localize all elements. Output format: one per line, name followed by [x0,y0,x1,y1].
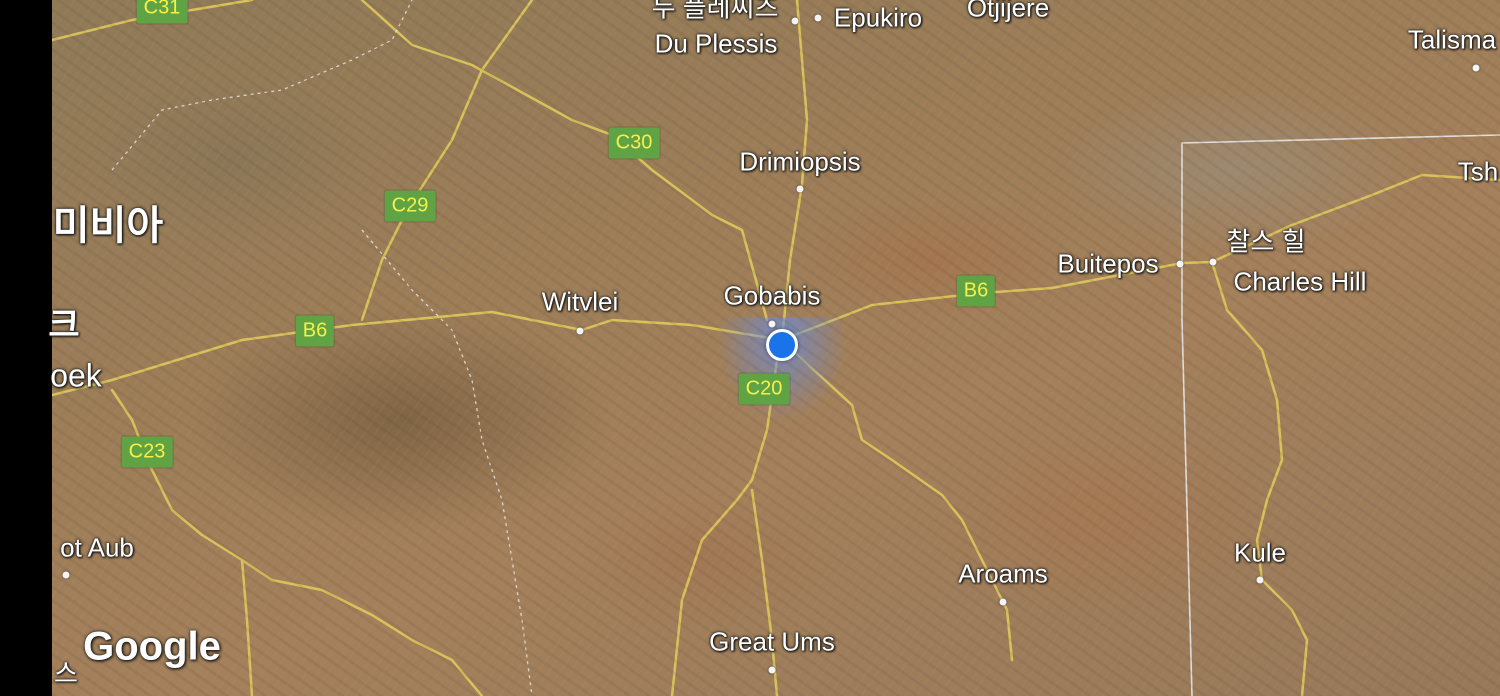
place-dot-buitepos [1176,260,1184,268]
road-shield-c29: C29 [384,190,436,222]
road-shield-b6-east: B6 [956,275,996,307]
place-label-great-ums: Great Ums [709,626,835,657]
road-charles-hill [1210,260,1309,696]
place-dot-aroams [999,598,1007,606]
place-label-buitepos: Buitepos [1057,248,1159,279]
place-dot-epukiro [814,14,822,22]
place-dot-dordabis [62,571,70,579]
place-label-bottom-left-korean: 스 [54,658,78,689]
country-label-namibia-korean: 미비아 [52,204,164,248]
road-c29 [360,0,534,322]
current-location-marker[interactable] [766,329,798,361]
place-label-aroams: Aroams [958,558,1048,589]
place-label-du-plessis-korean: 두 플레씨즈 [651,0,779,23]
district-boundary [111,0,413,171]
road-shield-c20: C20 [738,373,790,405]
road-shield-c23: C23 [121,436,173,468]
place-dot-witvlei [576,327,584,335]
place-label-windhoek-korean: 크 [48,306,80,345]
place-dot-gobabis [768,320,776,328]
place-dot-charles-hill [1209,258,1217,266]
place-label-dordabis: ot Aub [60,532,134,563]
place-label-charles-hill-korean: 찰스 힐 [1226,226,1306,257]
road-shield-c31: C31 [136,0,188,24]
place-dot-great-ums [768,666,776,674]
road-west-branch [240,558,254,696]
place-label-kule: Kule [1233,537,1287,568]
place-label-windhoek: oek [50,357,102,394]
place-label-charles-hill: Charles Hill [1233,266,1367,297]
road-south [750,488,779,696]
place-dot-talismanis [1472,64,1480,72]
place-label-talismanis: Talisma [1407,24,1497,55]
place-label-epukiro: Epukiro [833,2,923,33]
google-logo: Google [83,624,221,669]
place-label-tshootsha: Tsh [1457,156,1499,187]
place-label-witvlei: Witvlei [541,286,619,317]
road-shield-c30: C30 [608,127,660,159]
country-border [1181,134,1500,696]
place-dot-drimiopsis [796,185,804,193]
place-label-otjijere: Otjijere [966,0,1050,23]
place-label-drimiopsis: Drimiopsis [739,146,861,177]
road-shield-b6-west: B6 [295,315,335,347]
place-dot-kule [1256,576,1264,584]
place-label-du-plessis: Du Plessis [654,28,778,59]
place-dot-du-plessis [791,17,799,25]
place-label-gobabis: Gobabis [723,280,821,311]
